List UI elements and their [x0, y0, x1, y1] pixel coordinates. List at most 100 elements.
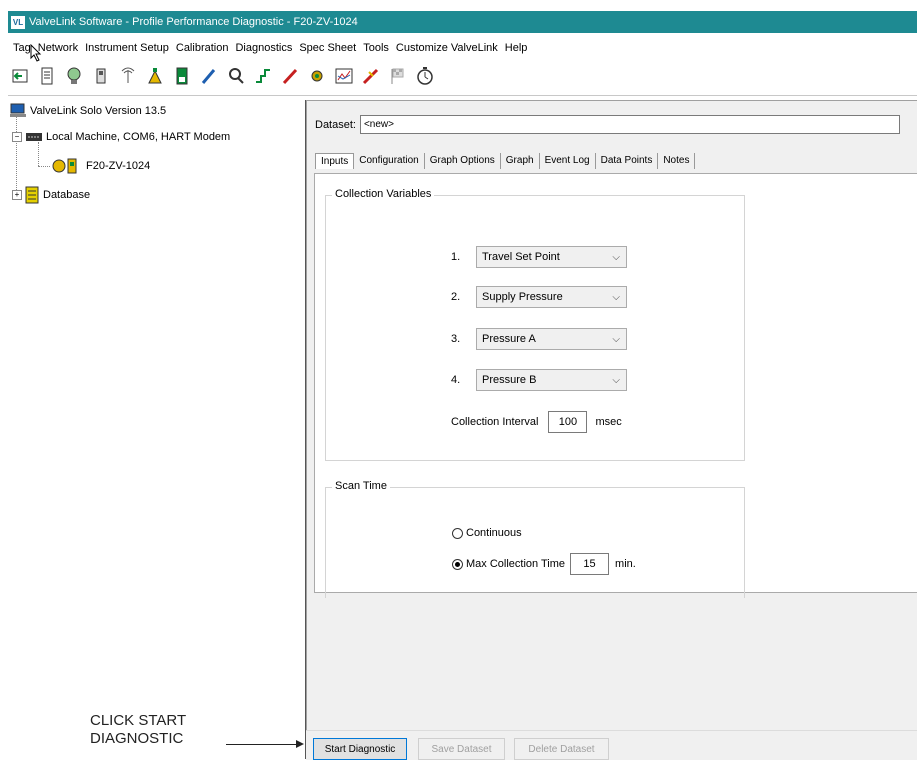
variable-4-select[interactable]: Pressure B ⌵ — [476, 369, 627, 391]
variable-number: 4. — [451, 374, 461, 386]
chevron-down-icon: ⌵ — [612, 374, 620, 386]
toolbar — [8, 62, 440, 90]
hart-modem-icon — [26, 133, 42, 141]
max-collection-time-option[interactable]: Max Collection Time 15 min. — [452, 553, 636, 575]
save-dataset-button[interactable]: Save Dataset — [418, 738, 505, 760]
inputs-tab-content: Collection Variables 1. Travel Set Point… — [314, 173, 917, 598]
max-collection-time-value: 15 — [583, 558, 596, 570]
step-response-icon[interactable] — [251, 64, 275, 88]
tab-graph[interactable]: Graph — [501, 153, 540, 169]
dataset-value: <new> — [363, 119, 394, 130]
tree-connector — [38, 142, 39, 166]
start-diagnostic-button[interactable]: Start Diagnostic — [313, 738, 407, 760]
variable-1-select[interactable]: Travel Set Point ⌵ — [476, 246, 627, 268]
tree-machine-node[interactable]: − Local Machine, COM6, HART Modem — [12, 131, 230, 143]
search-person-icon[interactable] — [224, 64, 248, 88]
chevron-down-icon: ⌵ — [612, 251, 620, 263]
tab-configuration[interactable]: Configuration — [354, 153, 425, 169]
menu-instrument-setup[interactable]: Instrument Setup — [85, 42, 169, 54]
instrument-icon[interactable] — [170, 64, 194, 88]
collection-variables-group: Collection Variables 1. Travel Set Point… — [325, 188, 745, 461]
collection-interval-row: Collection Interval 100 msec — [451, 411, 622, 433]
variable-number: 3. — [451, 333, 461, 345]
calibrate-pen-icon[interactable] — [197, 64, 221, 88]
menu-tag[interactable]: Tag — [13, 42, 31, 54]
variable-row-4: 4. Pressure B ⌵ — [451, 369, 627, 391]
tree-device-label: F20-ZV-1024 — [86, 160, 151, 172]
tree-connector — [38, 166, 50, 167]
menu-spec-sheet[interactable]: Spec Sheet — [299, 42, 356, 54]
checkered-flag-icon[interactable] — [386, 64, 410, 88]
max-collection-time-unit: min. — [615, 558, 636, 570]
variable-2-value: Supply Pressure — [482, 291, 563, 303]
variable-3-value: Pressure A — [482, 333, 536, 345]
tab-event-log[interactable]: Event Log — [540, 153, 596, 169]
signal-icon[interactable] — [116, 64, 140, 88]
callout-arrow-line — [226, 744, 298, 745]
document-icon[interactable] — [35, 64, 59, 88]
menu-bar: Tag Network Instrument Setup Calibration… — [8, 38, 917, 58]
menu-tools[interactable]: Tools — [363, 42, 389, 54]
max-collection-time-input[interactable]: 15 — [570, 553, 610, 575]
dataset-row: Dataset: <new> — [315, 115, 900, 134]
red-pen-icon[interactable] — [278, 64, 302, 88]
tab-data-points[interactable]: Data Points — [596, 153, 659, 169]
valve-icon[interactable] — [143, 64, 167, 88]
tree-machine-label: Local Machine, COM6, HART Modem — [46, 131, 231, 143]
gear-bug-icon[interactable] — [305, 64, 329, 88]
expand-expander[interactable]: + — [12, 190, 22, 200]
variable-number: 1. — [451, 251, 461, 263]
callout-line-1: CLICK START — [90, 712, 187, 729]
menu-diagnostics[interactable]: Diagnostics — [235, 42, 292, 54]
collection-interval-label: Collection Interval — [451, 416, 539, 428]
variable-3-select[interactable]: Pressure A ⌵ — [476, 328, 627, 350]
scan-time-group: Scan Time Continuous Max Collection Time… — [325, 480, 745, 598]
back-arrow-icon[interactable] — [8, 64, 32, 88]
window-title: ValveLink Software - Profile Performance… — [29, 16, 358, 28]
variable-row-2: 2. Supply Pressure ⌵ — [451, 286, 627, 308]
tree-device-node[interactable]: F20-ZV-1024 — [52, 157, 150, 175]
menu-network[interactable]: Network — [38, 42, 78, 54]
chart-icon[interactable] — [332, 64, 356, 88]
menu-help[interactable]: Help — [505, 42, 528, 54]
callout-line-2: DIAGNOSTIC — [90, 730, 184, 747]
database-icon — [25, 186, 39, 204]
continuous-radio[interactable] — [452, 527, 463, 539]
menu-customize-valvelink[interactable]: Customize ValveLink — [396, 42, 498, 54]
tab-strip: Inputs Configuration Graph Options Graph… — [315, 153, 696, 169]
tree-root-node[interactable]: ValveLink Solo Version 13.5 — [10, 103, 166, 118]
variable-row-3: 3. Pressure A ⌵ — [451, 328, 627, 350]
max-collection-time-radio[interactable] — [452, 558, 463, 570]
globe-head-icon[interactable] — [62, 64, 86, 88]
device-icon[interactable] — [89, 64, 113, 88]
tree-database-label: Database — [43, 189, 91, 201]
dataset-label: Dataset: — [315, 118, 356, 131]
button-bar: Start Diagnostic Save Dataset Delete Dat… — [306, 730, 917, 760]
variable-2-select[interactable]: Supply Pressure ⌵ — [476, 286, 627, 308]
scan-time-label: Scan Time — [332, 480, 390, 492]
collapse-expander[interactable]: − — [12, 132, 22, 142]
continuous-option[interactable]: Continuous — [452, 527, 522, 539]
tree-pane: ValveLink Solo Version 13.5 − Local Mach… — [8, 100, 306, 759]
title-bar: VL ValveLink Software - Profile Performa… — [8, 11, 917, 33]
ramp-icon[interactable] — [359, 64, 383, 88]
tree-connector — [16, 116, 17, 196]
variable-1-value: Travel Set Point — [482, 251, 560, 263]
tree-root-label: ValveLink Solo Version 13.5 — [30, 104, 167, 117]
tree-database-node[interactable]: + Database — [12, 186, 90, 204]
tab-inputs[interactable]: Inputs — [315, 153, 355, 169]
collection-variables-label: Collection Variables — [332, 188, 435, 200]
stopwatch-icon[interactable] — [413, 64, 437, 88]
collection-interval-input[interactable]: 100 — [548, 411, 588, 433]
tab-notes[interactable]: Notes — [658, 153, 696, 169]
computer-icon — [10, 103, 26, 117]
collection-interval-value: 100 — [558, 416, 578, 428]
menu-calibration[interactable]: Calibration — [176, 42, 229, 54]
dataset-input[interactable]: <new> — [359, 115, 900, 134]
tab-graph-options[interactable]: Graph Options — [425, 153, 501, 169]
variable-row-1: 1. Travel Set Point ⌵ — [451, 246, 627, 268]
chevron-down-icon: ⌵ — [612, 333, 620, 345]
continuous-label: Continuous — [466, 527, 522, 539]
variable-number: 2. — [451, 291, 461, 303]
delete-dataset-button[interactable]: Delete Dataset — [514, 738, 609, 760]
